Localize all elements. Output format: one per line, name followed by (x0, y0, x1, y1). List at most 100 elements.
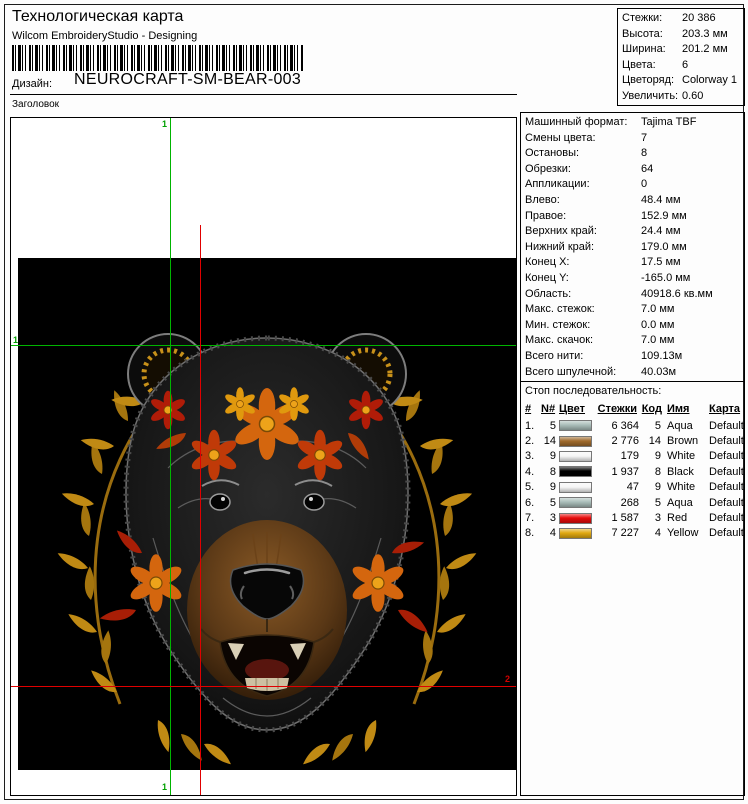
summary-row: Цвета: 6 (618, 58, 744, 74)
stop-code: 14 (643, 435, 663, 447)
thread-chart: Default (705, 435, 744, 447)
stop-index: 6. (525, 497, 541, 509)
thread-name: White (663, 481, 705, 493)
thread-name: Black (663, 466, 705, 478)
summary-value: 6 (682, 58, 688, 74)
stop-code: 5 (643, 420, 663, 432)
machine-info-label: Аппликации: (525, 177, 590, 193)
machine-info-label: Обрезки: (525, 162, 571, 178)
stop-index: 1. (525, 420, 541, 432)
col-name: Имя (663, 403, 705, 415)
machine-info-list: Машинный формат: Tajima TBF Смены цвета:… (521, 115, 744, 380)
start-marker-top: 1 (162, 120, 167, 129)
stop-sequence-title: Стоп последовательность: (525, 385, 661, 397)
machine-info-value: 7 (641, 131, 647, 147)
machine-info-value: 7.0 мм (641, 302, 674, 318)
machine-info-row: Мин. стежок: 0.0 мм (521, 318, 744, 334)
thread-color-swatch (559, 528, 592, 539)
machine-info-label: Правое: (525, 209, 566, 225)
machine-info-row: Остановы: 8 (521, 146, 744, 162)
summary-row: Увеличить: 0.60 (618, 89, 744, 105)
start-marker-bottom: 1 (162, 783, 167, 792)
machine-info-value: -165.0 мм (641, 271, 690, 287)
machine-info-row: Машинный формат: Tajima TBF (521, 115, 744, 131)
summary-label: Цветоряд: (622, 73, 674, 89)
stop-needle: 9 (541, 481, 559, 493)
design-preview-area: 1 1 1 2 (10, 117, 517, 796)
thread-color-swatch (559, 497, 592, 508)
stop-table-row: 3. 9 179 9 White Default (521, 449, 744, 464)
barcode (12, 45, 304, 71)
summary-row: Цветоряд: Colorway 1 (618, 73, 744, 89)
bear-design-artwork (18, 258, 516, 770)
machine-info-value: 40918.6 кв.мм (641, 287, 713, 303)
stop-table-row: 2. 14 2 776 14 Brown Default (521, 433, 744, 448)
col-code: Код (642, 403, 663, 415)
header-caption: Заголовок (12, 99, 59, 110)
thread-chart: Default (705, 450, 744, 462)
machine-info-label: Область: (525, 287, 571, 303)
stop-stitches: 1 587 (597, 512, 643, 524)
summary-value: Colorway 1 (682, 73, 737, 89)
thread-color-swatch (559, 436, 592, 447)
thread-color-swatch (559, 482, 592, 493)
stop-needle: 3 (541, 512, 559, 524)
end-marker: 2 (505, 675, 510, 684)
machine-info-label: Машинный формат: (525, 115, 627, 131)
summary-label: Увеличить: (622, 89, 678, 105)
summary-value: 20 386 (682, 11, 716, 27)
machine-info-value: 24.4 мм (641, 224, 681, 240)
stop-sequence-divider (521, 381, 744, 382)
start-marker-left: 1 (13, 336, 18, 345)
stop-stitches: 179 (597, 450, 643, 462)
machine-info-value: 7.0 мм (641, 333, 674, 349)
thread-name: Brown (663, 435, 705, 447)
machine-info-value: 0.0 мм (641, 318, 674, 334)
machine-info-label: Мин. стежок: (525, 318, 590, 334)
start-guide-vertical (170, 118, 171, 795)
stop-needle: 5 (541, 497, 559, 509)
summary-value: 201.2 мм (682, 42, 728, 58)
machine-info-row: Обрезки: 64 (521, 162, 744, 178)
machine-info-row: Конец X: 17.5 мм (521, 255, 744, 271)
stop-needle: 9 (541, 450, 559, 462)
machine-info-row: Влево: 48.4 мм (521, 193, 744, 209)
thread-chart: Default (705, 420, 744, 432)
summary-label: Ширина: (622, 42, 666, 58)
design-name: NEUROCRAFT-SM-BEAR-003 (74, 71, 301, 89)
summary-label: Высота: (622, 27, 663, 43)
summary-row: Высота: 203.3 мм (618, 27, 744, 43)
machine-info-value: 179.0 мм (641, 240, 687, 256)
machine-info-row: Макс. скачок: 7.0 мм (521, 333, 744, 349)
machine-info-value: 152.9 мм (641, 209, 687, 225)
thread-chart: Default (705, 512, 744, 524)
col-index: # (525, 403, 541, 415)
summary-label: Стежки: (622, 11, 662, 27)
thread-color-swatch (559, 451, 592, 462)
machine-info-label: Макс. скачок: (525, 333, 593, 349)
thread-chart: Default (705, 481, 744, 493)
machine-info-label: Конец Y: (525, 271, 569, 287)
stop-table-header: # N# Цвет Стежки Код Имя Карта (521, 401, 744, 416)
stop-stitches: 268 (597, 497, 643, 509)
design-label: Дизайн: (12, 78, 52, 90)
summary-row: Стежки: 20 386 (618, 11, 744, 27)
stop-needle: 8 (541, 466, 559, 478)
stop-code: 4 (643, 527, 663, 539)
machine-info-value: 48.4 мм (641, 193, 681, 209)
thread-name: White (663, 450, 705, 462)
machine-info-row: Верхних край: 24.4 мм (521, 224, 744, 240)
start-guide-horizontal (11, 345, 516, 346)
design-canvas (18, 258, 516, 770)
machine-info-row: Всего нити: 109.13м (521, 349, 744, 365)
stop-table-row: 8. 4 7 227 4 Yellow Default (521, 526, 744, 541)
stop-table-row: 7. 3 1 587 3 Red Default (521, 510, 744, 525)
stop-needle: 14 (541, 435, 559, 447)
col-map: Карта (705, 403, 744, 415)
stop-code: 9 (643, 450, 663, 462)
machine-info-value: 17.5 мм (641, 255, 681, 271)
thread-color-swatch (559, 420, 592, 431)
machine-info-label: Смены цвета: (525, 131, 596, 147)
thread-chart: Default (705, 527, 744, 539)
design-summary-box: Стежки: 20 386 Высота: 203.3 мм Ширина: … (617, 8, 745, 106)
